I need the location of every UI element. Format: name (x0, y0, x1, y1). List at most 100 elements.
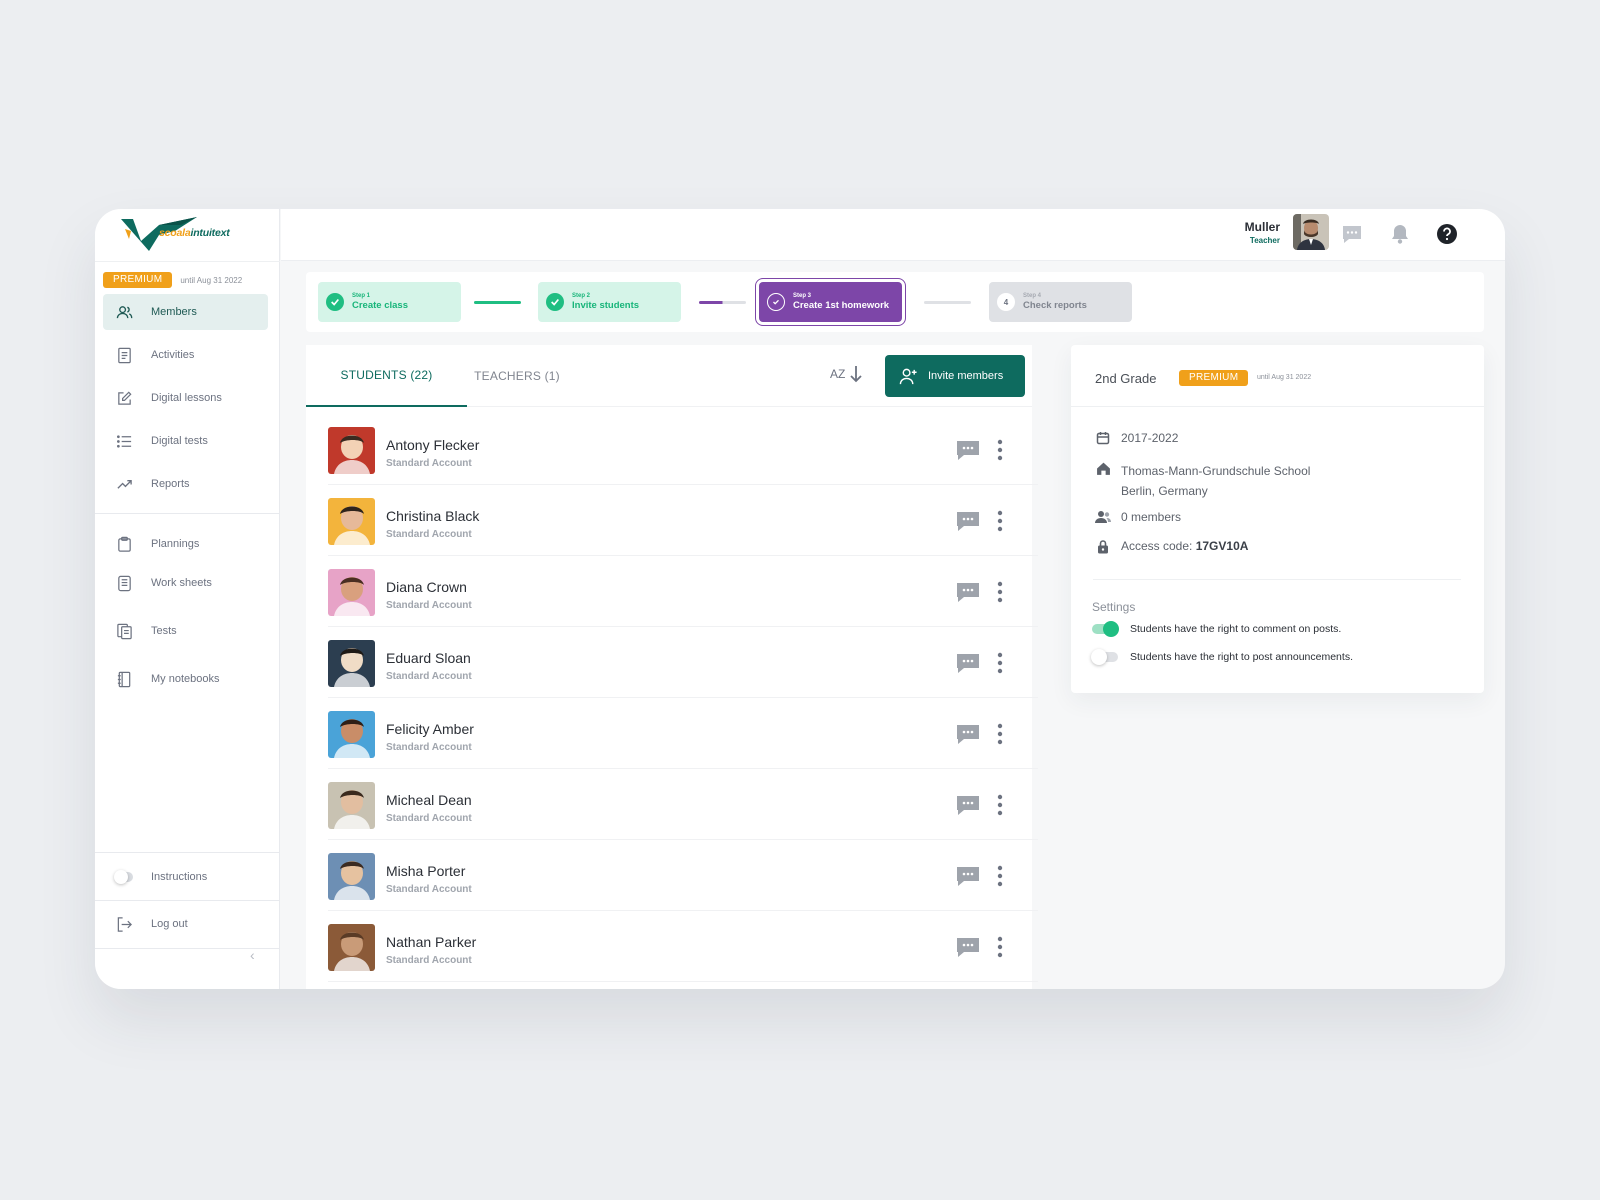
sidebar-item-label: Reports (151, 478, 190, 490)
invite-label: Invite members (928, 370, 1004, 382)
invite-members-button[interactable]: Invite members (885, 355, 1025, 397)
message-bubble-icon[interactable] (956, 723, 980, 750)
comment-toggle-switch[interactable] (1092, 621, 1119, 637)
class-grade: 2nd Grade (1095, 371, 1157, 386)
member-tabs: STUDENTS (22) TEACHERS (1) AZ Invite mem… (306, 345, 1032, 407)
notifications-bell-icon[interactable] (1389, 223, 1411, 245)
check-icon (546, 293, 564, 311)
step-connector (474, 301, 521, 304)
more-options-icon[interactable] (996, 936, 1004, 963)
sidebar-item-plannings[interactable]: Plannings (103, 526, 268, 562)
trend-icon (115, 475, 133, 493)
message-bubble-icon[interactable] (956, 439, 980, 466)
table-row[interactable]: Misha Porter Standard Account (328, 841, 1038, 911)
sort-button[interactable]: AZ (830, 365, 863, 383)
student-name[interactable]: Micheal Dean (386, 792, 472, 808)
sidebar-item-work-sheets[interactable]: Work sheets (103, 565, 268, 601)
user-info[interactable]: Muller Teacher (1245, 220, 1280, 245)
brand-logo[interactable]: scoalaintuitext (119, 211, 254, 255)
student-photo (328, 569, 375, 616)
step-connector (699, 301, 746, 304)
sidebar: scoalaintuitext PREMIUM until Aug 31 202… (95, 209, 280, 989)
table-row[interactable]: Felicity Amber Standard Account (328, 699, 1038, 769)
student-name[interactable]: Christina Black (386, 508, 479, 524)
logout-button[interactable]: Log out (103, 906, 268, 942)
sidebar-item-digital-tests[interactable]: Digital tests (103, 423, 268, 459)
collapse-sidebar-chevron-icon[interactable]: ‹ (250, 947, 255, 963)
student-photo (328, 427, 375, 474)
student-name[interactable]: Felicity Amber (386, 721, 474, 737)
table-row[interactable]: Diana Crown Standard Account (328, 557, 1038, 627)
account-type: Standard Account (386, 813, 472, 824)
table-row[interactable]: Nathan Parker Standard Account (328, 912, 1038, 982)
more-options-icon[interactable] (996, 439, 1004, 466)
tab-teachers[interactable]: TEACHERS (1) (467, 345, 567, 407)
step-create-class[interactable]: Step 1 Create class (318, 282, 461, 322)
arrow-down-icon (850, 366, 862, 383)
student-photo (328, 711, 375, 758)
table-row[interactable]: Micheal Dean Standard Account (328, 770, 1038, 840)
message-bubble-icon[interactable] (956, 794, 980, 821)
sidebar-item-my-notebooks[interactable]: My notebooks (103, 661, 268, 697)
step-invite-students[interactable]: Step 2 Invite students (538, 282, 681, 322)
student-name[interactable]: Diana Crown (386, 579, 467, 595)
more-options-icon[interactable] (996, 652, 1004, 679)
more-options-icon[interactable] (996, 510, 1004, 537)
more-options-icon[interactable] (996, 865, 1004, 892)
sort-label: AZ (830, 367, 846, 381)
message-bubble-icon[interactable] (956, 581, 980, 608)
table-row[interactable]: Antony Flecker Standard Account (328, 415, 1038, 485)
step-check-reports[interactable]: 4 Step 4 Check reports (989, 282, 1132, 322)
account-type: Standard Account (386, 671, 472, 682)
message-bubble-icon[interactable] (956, 936, 980, 963)
messages-icon[interactable] (1341, 223, 1363, 245)
step-connector (924, 301, 971, 304)
tab-students[interactable]: STUDENTS (22) (306, 345, 467, 407)
message-bubble-icon[interactable] (956, 652, 980, 679)
student-name[interactable]: Eduard Sloan (386, 650, 471, 666)
avatar[interactable] (1293, 214, 1329, 250)
notebook-icon (115, 670, 133, 688)
topbar: Muller Teacher (281, 209, 1505, 261)
sidebar-item-label: Activities (151, 349, 195, 361)
more-options-icon[interactable] (996, 723, 1004, 750)
setting-post-announcements: Students have the right to post announce… (1091, 649, 1353, 665)
sidebar-item-label: My notebooks (151, 673, 220, 685)
class-members-count: 0 members (1095, 510, 1181, 524)
more-options-icon[interactable] (996, 794, 1004, 821)
account-type: Standard Account (386, 529, 472, 540)
message-bubble-icon[interactable] (956, 865, 980, 892)
access-code-value: 17GV10A (1195, 539, 1249, 553)
instructions-toggle[interactable]: Instructions (103, 859, 268, 895)
help-icon[interactable] (1436, 223, 1458, 245)
table-row[interactable]: Eduard Sloan Standard Account (328, 628, 1038, 698)
student-photo (328, 853, 375, 900)
app-window: scoalaintuitext PREMIUM until Aug 31 202… (95, 209, 1505, 989)
announce-toggle-switch[interactable] (1091, 649, 1118, 665)
sidebar-item-label: Plannings (151, 538, 200, 550)
toggle-switch[interactable] (114, 868, 133, 886)
sidebar-item-tests[interactable]: Tests (103, 613, 268, 649)
sidebar-item-reports[interactable]: Reports (103, 466, 268, 502)
account-type: Standard Account (386, 458, 472, 469)
progress-check-icon (767, 293, 785, 311)
school-home-icon (1095, 461, 1111, 476)
sidebar-item-digital-lessons[interactable]: Digital lessons (103, 380, 268, 416)
plan-until: until Aug 31 2022 (1257, 374, 1312, 381)
step-number: 4 (997, 293, 1015, 311)
table-row[interactable]: Christina Black Standard Account (328, 486, 1038, 556)
edit-icon (115, 389, 133, 407)
sidebar-item-label: Members (151, 306, 197, 318)
student-name[interactable]: Nathan Parker (386, 934, 476, 950)
onboarding-stepper: Step 1 Create class Step 2 Invite students… (306, 272, 1484, 332)
class-info-header: 2nd Grade PREMIUM until Aug 31 2022 (1071, 345, 1484, 407)
sidebar-item-activities[interactable]: Activities (103, 337, 268, 373)
sidebar-item-members[interactable]: Members (103, 294, 268, 330)
student-photo (328, 782, 375, 829)
student-name[interactable]: Misha Porter (386, 863, 465, 879)
message-bubble-icon[interactable] (956, 510, 980, 537)
more-options-icon[interactable] (996, 581, 1004, 608)
student-name[interactable]: Antony Flecker (386, 437, 479, 453)
clipboard-icon (115, 535, 133, 553)
step-create-homework[interactable]: Step 3 Create 1st homework (755, 278, 906, 326)
